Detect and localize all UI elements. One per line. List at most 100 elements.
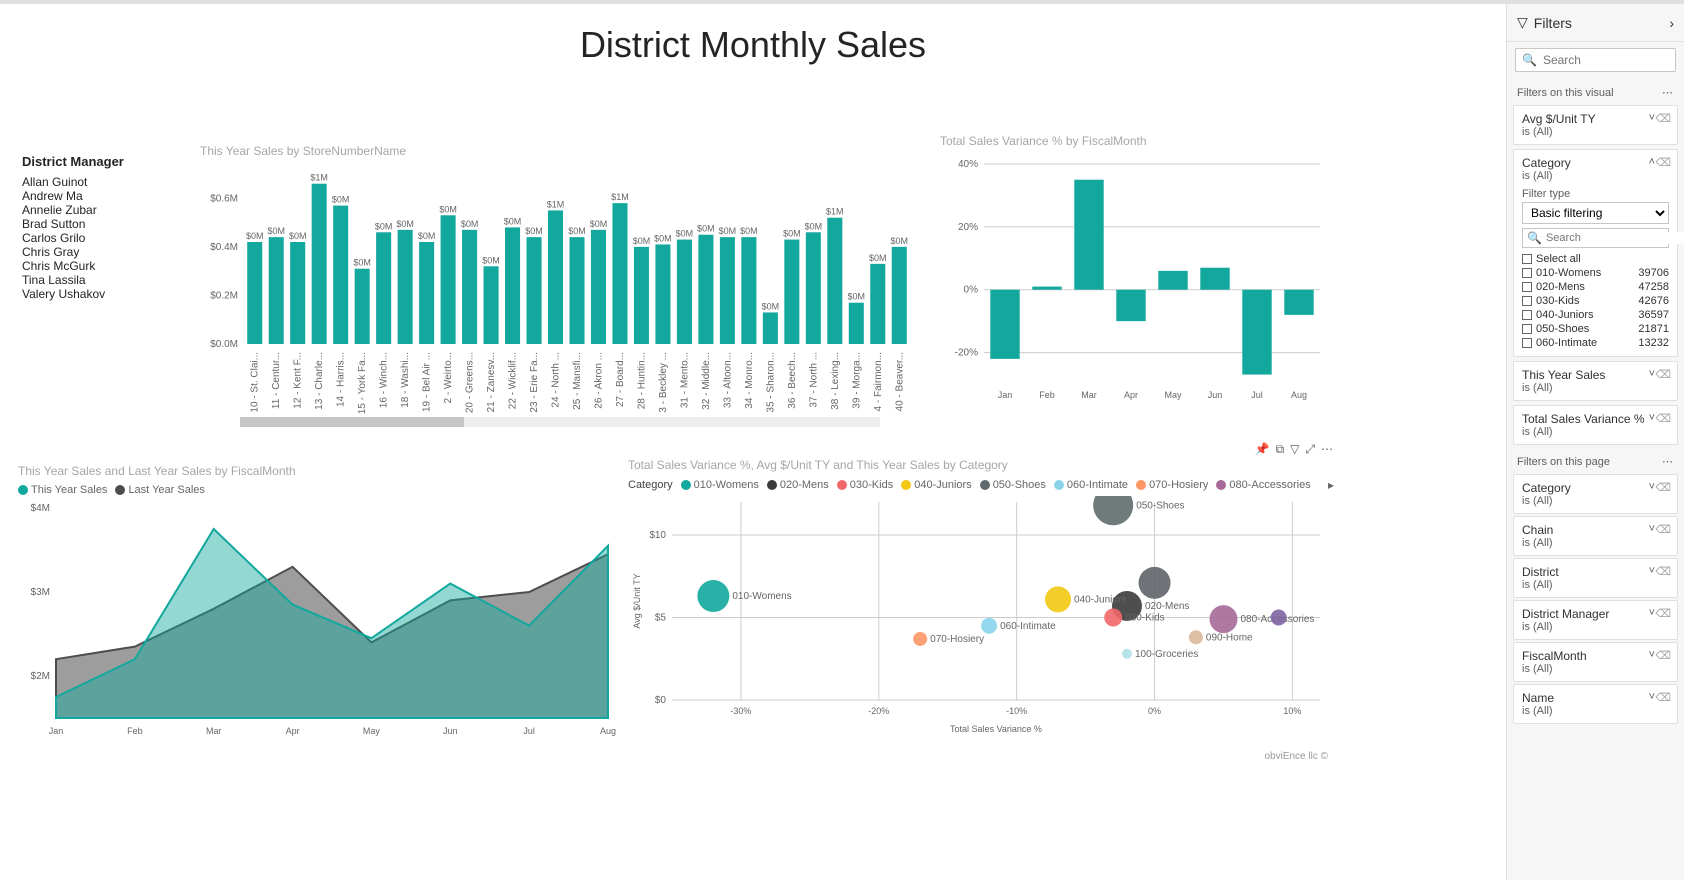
district-manager-slicer[interactable]: District Manager Allan GuinotAndrew MaAn… [22,154,192,301]
eraser-icon[interactable]: ⌫ [1655,607,1671,620]
section-more-icon[interactable]: ⋯ [1662,86,1674,99]
eraser-icon[interactable]: ⌫ [1655,112,1671,125]
svg-text:$0.0M: $0.0M [210,339,238,350]
eraser-icon[interactable]: ⌫ [1655,156,1671,169]
filters-search-input[interactable] [1543,53,1684,67]
filter-option[interactable]: 060-Intimate13232 [1522,336,1669,350]
scatter-chart-card[interactable]: 📌 ⧉ ▽ ⤢ ⋯ Total Sales Variance %, Avg $/… [628,444,1334,764]
filter-card-page[interactable]: Districtis (All)˅⌫ [1513,558,1678,598]
filter-card-total-sales-var[interactable]: Total Sales Variance % is (All) ˅ ⌫ [1513,405,1678,445]
checkbox-icon[interactable] [1522,324,1532,334]
filter-card-this-year-sales[interactable]: This Year Sales is (All) ˅ ⌫ [1513,361,1678,401]
chevron-down-icon[interactable]: ˅ [1649,565,1655,577]
legend-item[interactable]: 070-Hosiery [1136,479,1208,491]
filter-card-sub: is (All) [1522,537,1669,549]
eraser-icon[interactable]: ⌫ [1655,368,1671,381]
eraser-icon[interactable]: ⌫ [1655,412,1671,425]
svg-text:$1M: $1M [310,173,328,183]
slicer-item[interactable]: Chris McGurk [22,259,192,273]
section-more-icon[interactable]: ⋯ [1662,455,1674,468]
filter-option-count: 13232 [1638,337,1669,349]
category-filter-search-input[interactable] [1546,232,1684,244]
svg-text:10 - St. Clai...: 10 - St. Clai... [250,352,261,413]
scrollbar-thumb[interactable] [240,417,464,427]
eraser-icon[interactable]: ⌫ [1655,691,1671,704]
page-filters-list: Categoryis (All)˅⌫Chainis (All)˅⌫Distric… [1507,472,1684,726]
bar-chart-card[interactable]: This Year Sales by StoreNumberName $0.0M… [200,144,920,434]
svg-text:20 - Greens...: 20 - Greens... [465,352,476,413]
legend-item[interactable]: 080-Accessories [1216,479,1310,491]
filter-card-page[interactable]: Categoryis (All)˅⌫ [1513,474,1678,514]
area-chart-card[interactable]: This Year Sales and Last Year Sales by F… [18,464,618,764]
filter-option[interactable]: 050-Shoes21871 [1522,322,1669,336]
legend-item[interactable]: Last Year Sales [115,484,204,496]
checkbox-icon[interactable] [1522,268,1532,278]
filter-option[interactable]: 040-Juniors36597 [1522,308,1669,322]
copy-icon[interactable]: ⧉ [1276,442,1285,457]
eraser-icon[interactable]: ⌫ [1655,481,1671,494]
chevron-down-icon[interactable]: ˅ [1649,368,1655,380]
filter-card-name: Total Sales Variance % [1522,412,1669,426]
legend-item[interactable]: 030-Kids [837,479,893,491]
collapse-pane-icon[interactable]: › [1669,15,1674,31]
legend-item[interactable]: This Year Sales [18,484,107,496]
eraser-icon[interactable]: ⌫ [1655,523,1671,536]
pin-icon[interactable]: 📌 [1255,442,1270,457]
svg-text:0%: 0% [1148,706,1161,716]
chevron-down-icon[interactable]: ˅ [1649,691,1655,703]
filter-card-page[interactable]: FiscalMonthis (All)˅⌫ [1513,642,1678,682]
legend-item[interactable]: 060-Intimate [1054,479,1128,491]
chevron-down-icon[interactable]: ˅ [1649,523,1655,535]
chevron-down-icon[interactable]: ˅ [1649,112,1655,124]
category-filter-search[interactable]: 🔍 [1522,228,1669,248]
more-icon[interactable]: ⋯ [1321,442,1334,457]
filter-option[interactable]: 030-Kids42676 [1522,294,1669,308]
filters-search[interactable]: 🔍 [1515,48,1676,72]
slicer-item-label: Chris McGurk [22,259,95,273]
svg-text:$0M: $0M [418,231,436,241]
bar-chart-scrollbar[interactable] [240,417,880,427]
svg-text:$0M: $0M [461,219,479,229]
slicer-item[interactable]: Carlos Grilo [22,231,192,245]
chevron-down-icon[interactable]: ˅ [1649,649,1655,661]
svg-text:070-Hosiery: 070-Hosiery [930,634,984,645]
filter-option[interactable]: 020-Mens47258 [1522,280,1669,294]
checkbox-icon[interactable] [1522,282,1532,292]
legend-item[interactable]: 010-Womens [681,479,759,491]
checkbox-icon[interactable] [1522,296,1532,306]
legend-scroll-right-icon[interactable]: ▸ [1328,478,1334,492]
svg-text:090-Home: 090-Home [1206,632,1253,643]
eraser-icon[interactable]: ⌫ [1655,649,1671,662]
eraser-icon[interactable]: ⌫ [1655,565,1671,578]
filter-card-page[interactable]: Chainis (All)˅⌫ [1513,516,1678,556]
variance-chart-card[interactable]: Total Sales Variance % by FiscalMonth -2… [940,134,1330,424]
focus-icon[interactable]: ⤢ [1305,442,1315,457]
chevron-up-icon[interactable]: ˄ [1649,156,1655,168]
slicer-item[interactable]: Andrew Ma [22,189,192,203]
filter-card-avg-unit[interactable]: Avg $/Unit TY is (All) ˅ ⌫ [1513,105,1678,145]
svg-text:15 - York Fa...: 15 - York Fa... [357,352,368,414]
filter-option[interactable]: 010-Womens39706 [1522,266,1669,280]
chevron-down-icon[interactable]: ˅ [1649,607,1655,619]
filter-card-page[interactable]: District Manageris (All)˅⌫ [1513,600,1678,640]
filter-card-page[interactable]: Nameis (All)˅⌫ [1513,684,1678,724]
slicer-item[interactable]: Brad Sutton [22,217,192,231]
chevron-down-icon[interactable]: ˅ [1649,481,1655,493]
filter-icon[interactable]: ▽ [1290,442,1299,457]
filter-card-category[interactable]: Category is (All) ˄ ⌫ Filter type Basic … [1513,149,1678,357]
legend-item[interactable]: 050-Shoes [980,479,1046,491]
checkbox-icon[interactable] [1522,254,1532,264]
filter-option[interactable]: Select all [1522,252,1669,266]
filter-type-select[interactable]: Basic filtering [1522,202,1669,224]
legend-item[interactable]: 040-Juniors [901,479,971,491]
filter-card-name: Name [1522,691,1669,705]
legend-item[interactable]: 020-Mens [767,479,829,491]
checkbox-icon[interactable] [1522,338,1532,348]
slicer-item[interactable]: Annelie Zubar [22,203,192,217]
slicer-item[interactable]: Chris Gray [22,245,192,259]
slicer-item[interactable]: Valery Ushakov [22,287,192,301]
chevron-down-icon[interactable]: ˅ [1649,412,1655,424]
slicer-item[interactable]: Tina Lassila [22,273,192,287]
checkbox-icon[interactable] [1522,310,1532,320]
slicer-item[interactable]: Allan Guinot [22,175,192,189]
